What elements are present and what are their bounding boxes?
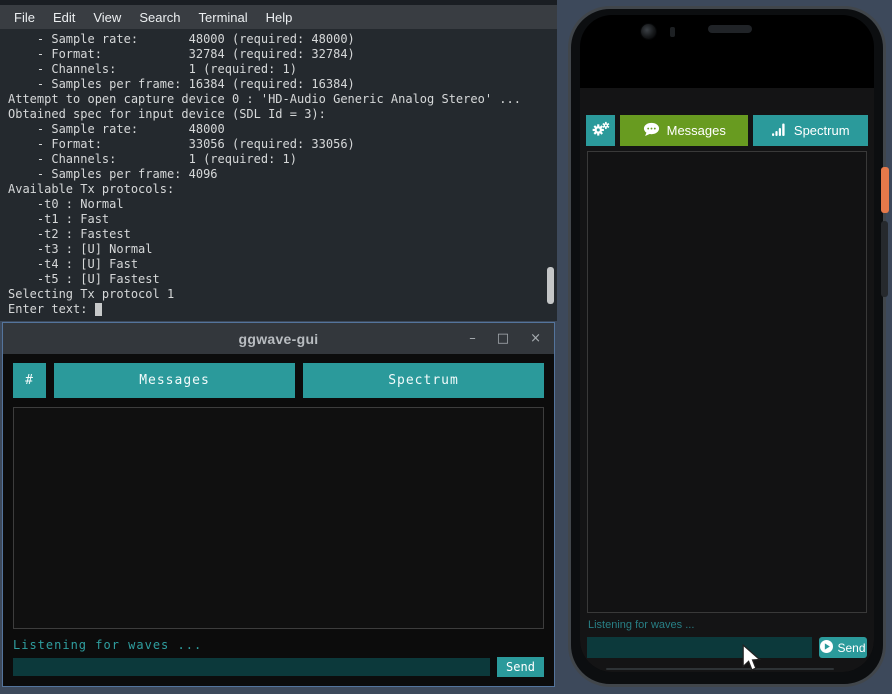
close-button[interactable]: × (530, 332, 541, 345)
terminal-line: -t4 : [U] Fast (8, 257, 549, 272)
phone-emulator: Messages Spectrum (568, 6, 886, 687)
terminal-line: -t1 : Fast (8, 212, 549, 227)
phone-sensor (670, 27, 675, 37)
play-icon (820, 640, 833, 656)
terminal-line: Attempt to open capture device 0 : 'HD-A… (8, 92, 549, 107)
menu-view[interactable]: View (93, 10, 121, 25)
terminal-line: -t5 : [U] Fastest (8, 272, 549, 287)
menu-terminal[interactable]: Terminal (199, 10, 248, 25)
phone-messages-panel (587, 151, 867, 613)
home-indicator (606, 668, 834, 670)
maximize-button[interactable]: □ (497, 332, 509, 345)
signal-bars-icon (772, 123, 787, 139)
terminal-output[interactable]: - Sample rate: 48000 (required: 48000) -… (0, 29, 557, 321)
phone-camera (640, 23, 657, 40)
terminal-line: - Sample rate: 48000 (8, 122, 549, 137)
gears-icon (591, 121, 610, 141)
phone-tab-messages[interactable]: Messages (620, 115, 748, 146)
menu-file[interactable]: File (14, 10, 35, 25)
send-button[interactable]: Send (497, 657, 544, 677)
window-controls: – □ × (469, 323, 541, 354)
terminal-line: - Samples per frame: 4096 (8, 167, 549, 182)
terminal-line: -t0 : Normal (8, 197, 549, 212)
phone-send-button[interactable]: Send (819, 637, 867, 658)
phone-message-input[interactable] (587, 637, 812, 658)
terminal-line: - Format: 32784 (required: 32784) (8, 47, 549, 62)
phone-power-button[interactable] (881, 167, 889, 213)
phone-speaker (708, 25, 752, 33)
terminal-line: - Channels: 1 (required: 1) (8, 152, 549, 167)
gui-content: # Messages Spectrum Listening for waves … (3, 354, 554, 686)
listening-status: Listening for waves ... (13, 638, 544, 652)
terminal-line: Obtained spec for input device (SDL Id =… (8, 107, 549, 122)
phone-tab-messages-label: Messages (667, 123, 726, 138)
phone-app: Messages Spectrum (580, 88, 874, 672)
phone-listening-status: Listening for waves ... (588, 619, 866, 632)
messages-panel (13, 407, 544, 629)
terminal-line: - Format: 33056 (required: 33056) (8, 137, 549, 152)
menu-help[interactable]: Help (266, 10, 293, 25)
terminal-menubar: File Edit View Search Terminal Help (0, 5, 557, 29)
terminal-cursor (95, 303, 102, 316)
terminal-window: File Edit View Search Terminal Help - Sa… (0, 0, 557, 321)
ggwave-gui-window: ggwave-gui – □ × # Messages Spectrum Lis… (2, 322, 555, 687)
window-titlebar[interactable]: ggwave-gui – □ × (3, 323, 554, 354)
terminal-scrollbar-thumb[interactable] (547, 267, 554, 304)
terminal-line: Available Tx protocols: (8, 182, 549, 197)
gui-input-row: Send (13, 657, 544, 677)
phone-tab-row: Messages Spectrum (586, 115, 868, 146)
minimize-button[interactable]: – (469, 332, 476, 345)
phone-screen: Messages Spectrum (580, 15, 874, 672)
menu-edit[interactable]: Edit (53, 10, 75, 25)
terminal-line: - Channels: 1 (required: 1) (8, 62, 549, 77)
hash-button[interactable]: # (13, 363, 46, 398)
terminal-line: Enter text: (8, 302, 549, 317)
tab-spectrum[interactable]: Spectrum (303, 363, 544, 398)
phone-volume-button[interactable] (881, 221, 888, 297)
terminal-line: -t2 : Fastest (8, 227, 549, 242)
terminal-line: - Samples per frame: 16384 (required: 16… (8, 77, 549, 92)
phone-input-row: Send (587, 637, 867, 658)
terminal-line: - Sample rate: 48000 (required: 48000) (8, 32, 549, 47)
phone-settings-button[interactable] (586, 115, 615, 146)
terminal-line: -t3 : [U] Normal (8, 242, 549, 257)
phone-send-label: Send (837, 641, 865, 655)
phone-tab-spectrum-label: Spectrum (794, 123, 850, 138)
speech-bubble-icon (643, 122, 660, 140)
terminal-line: Selecting Tx protocol 1 (8, 287, 549, 302)
menu-search[interactable]: Search (139, 10, 180, 25)
phone-tab-spectrum[interactable]: Spectrum (753, 115, 868, 146)
tab-messages[interactable]: Messages (54, 363, 295, 398)
gui-tab-row: # Messages Spectrum (13, 363, 544, 398)
message-input[interactable] (13, 658, 490, 676)
